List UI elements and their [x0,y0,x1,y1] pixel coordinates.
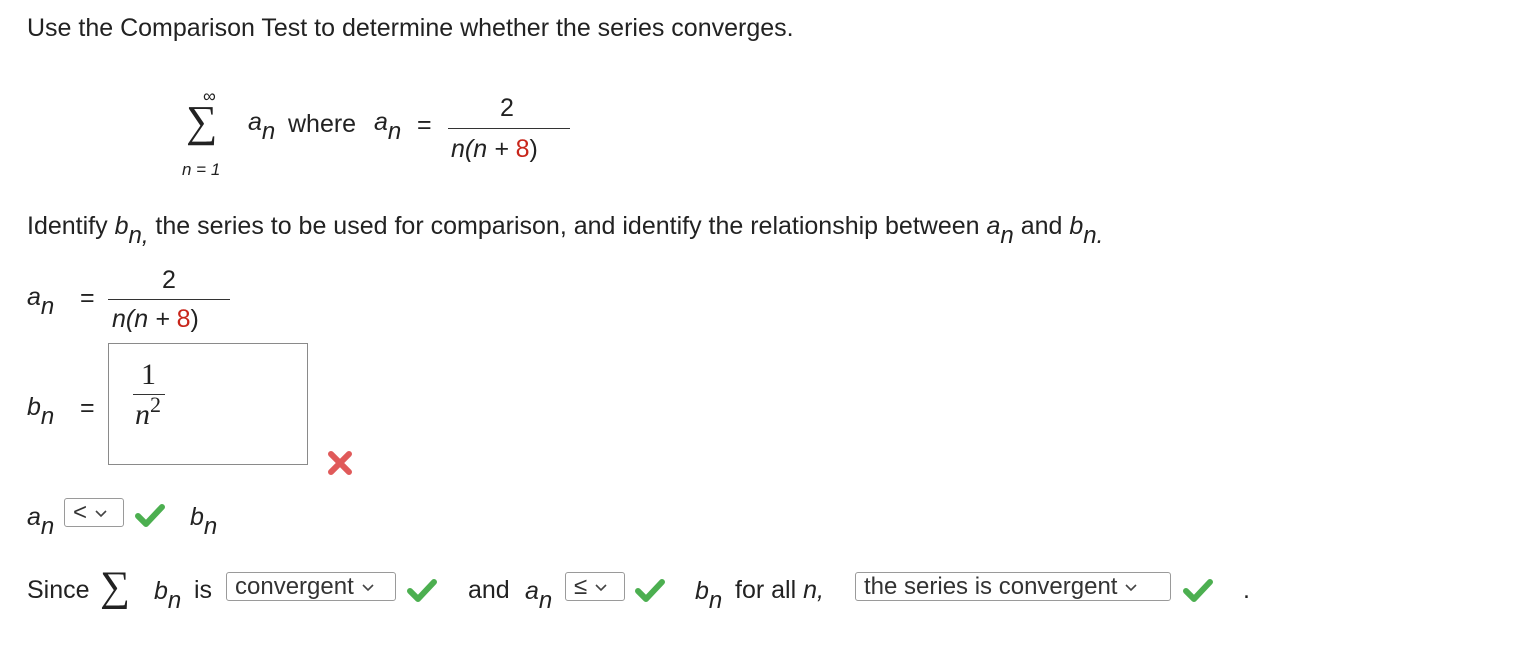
series-def-term: an [374,108,402,145]
bn-answer-numerator: 1 [141,358,156,391]
convergence-select-value: convergent [235,572,354,600]
chevron-down-icon [362,583,374,591]
an-numerator: 2 [162,266,176,294]
relation-bn-label: bn [190,503,218,540]
an-fraction-bar [108,299,230,300]
chevron-down-icon [1125,583,1138,591]
and-label: and [468,576,510,604]
period: . [1243,576,1250,604]
where-label: where [288,110,357,138]
series-fraction-bar [448,128,570,129]
series-denominator: n(n + 8) [451,135,538,163]
since-label: Since [27,576,90,604]
chevron-down-icon [595,583,607,591]
bn-answer-input[interactable]: 1 n2 [108,343,308,465]
relation-select-value: < [73,498,88,526]
bn-answer-denominator: n2 [135,392,161,431]
is-label: is [194,576,213,604]
chevron-down-icon [95,509,107,517]
an-denominator: n(n + 8) [112,305,199,333]
correct-check-icon [635,579,665,602]
for-all-label: for all n, [735,576,824,604]
conclusion-bn: bn [154,577,182,614]
inequality-select-value: ≤ [574,572,588,600]
instruction-text: Identify bn, the series to be used for c… [27,212,1104,249]
bn-equals: = [80,394,95,422]
question-prompt: Use the Comparison Test to determine whe… [27,14,794,42]
conclusion-bn2: bn [695,577,723,614]
incorrect-x-icon [328,451,352,475]
series-term: an [248,108,276,145]
result-select-value: the series is convergent [864,572,1118,600]
relation-select[interactable]: < [64,498,124,527]
correct-check-icon [135,504,165,527]
conclusion-sigma: ∑ [100,564,130,610]
series-numerator: 2 [500,94,514,122]
an-equals: = [80,284,95,312]
sigma-symbol: ∑ [186,97,218,146]
an-label: an [27,283,55,320]
sum-lower-limit: n = 1 [182,160,221,179]
correct-check-icon [407,579,437,602]
convergence-select[interactable]: convergent [226,572,396,601]
series-equals: = [417,111,432,139]
bn-label: bn [27,393,55,430]
inequality-select[interactable]: ≤ [565,572,625,601]
correct-check-icon [1183,579,1213,602]
result-select[interactable]: the series is convergent [855,572,1171,601]
conclusion-an: an [525,577,553,614]
relation-an-label: an [27,503,55,540]
